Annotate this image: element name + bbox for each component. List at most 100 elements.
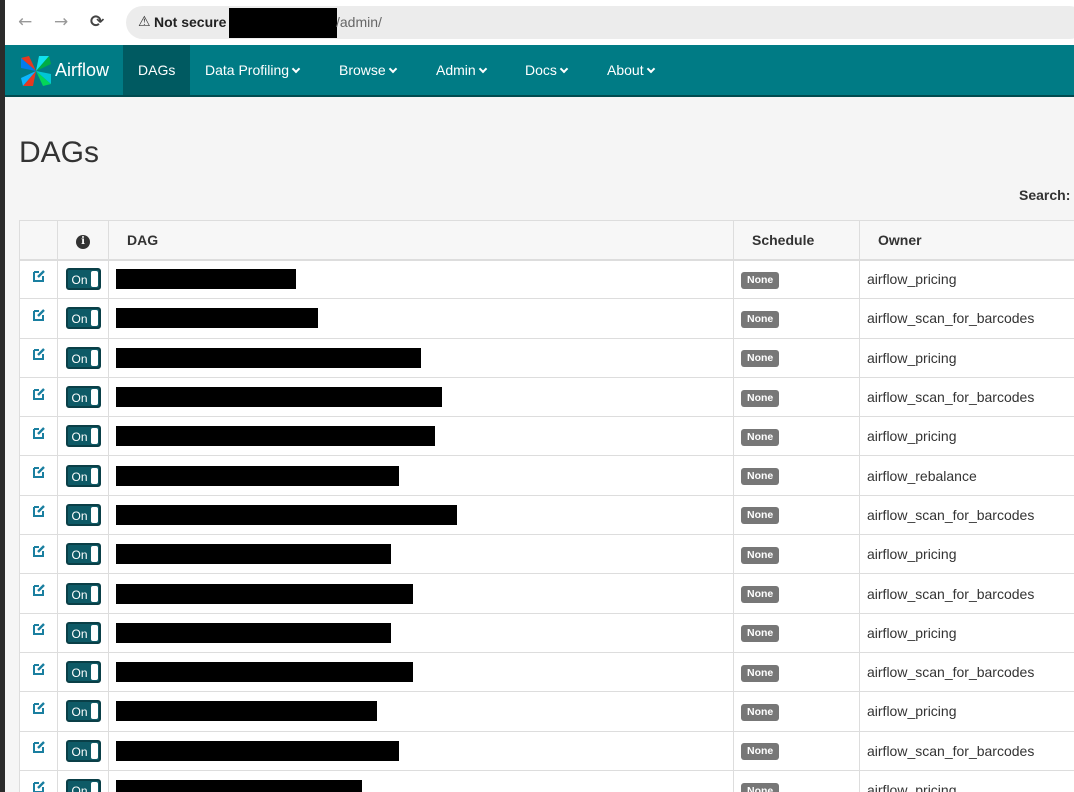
dag-on-off-toggle[interactable]: On: [65, 268, 101, 291]
warning-icon[interactable]: ⚠: [138, 14, 151, 30]
not-secure-label[interactable]: Not secure: [154, 14, 226, 30]
edit-icon[interactable]: [32, 387, 46, 401]
owner-cell: airflow_pricing: [859, 691, 1074, 732]
dag-on-off-toggle[interactable]: On: [65, 661, 101, 684]
nav-about-label: About: [607, 62, 644, 78]
chevron-down-icon: [559, 64, 569, 74]
redacted-dag-name[interactable]: [116, 662, 413, 683]
header-owner[interactable]: Owner: [859, 220, 1074, 261]
schedule-badge: None: [741, 546, 780, 564]
table-row: On None airflow_pricing: [19, 337, 1074, 378]
dag-on-off-toggle[interactable]: On: [65, 621, 101, 644]
dag-name-cell: [108, 494, 734, 536]
dag-on-off-toggle[interactable]: On: [65, 464, 101, 487]
redacted-dag-name[interactable]: [116, 269, 296, 290]
table-row: On None airflow_rebalance: [19, 455, 1074, 496]
nav-dags[interactable]: DAGs: [123, 45, 191, 95]
edit-icon[interactable]: [32, 622, 46, 636]
schedule-badge: None: [741, 350, 780, 368]
edit-icon[interactable]: [32, 308, 46, 322]
schedule-cell: None: [733, 534, 860, 575]
edit-cell: [19, 573, 58, 614]
redacted-dag-name[interactable]: [116, 308, 318, 329]
forward-arrow-icon[interactable]: →: [54, 12, 68, 32]
redacted-dag-name[interactable]: [116, 504, 457, 525]
edit-icon[interactable]: [32, 269, 46, 283]
redacted-host: [229, 8, 337, 38]
redacted-dag-name[interactable]: [116, 347, 421, 368]
nav-admin[interactable]: Admin: [421, 45, 501, 95]
redacted-dag-name[interactable]: [116, 387, 442, 408]
edit-cell: [19, 258, 58, 300]
schedule-badge: None: [741, 703, 780, 721]
redacted-dag-name[interactable]: [116, 465, 399, 486]
redacted-dag-name[interactable]: [116, 426, 435, 447]
dag-on-off-toggle[interactable]: On: [65, 779, 101, 792]
nav-about[interactable]: About: [592, 45, 669, 95]
header-info: i: [57, 220, 109, 261]
nav-browse[interactable]: Browse: [324, 45, 411, 95]
nav-docs[interactable]: Docs: [510, 45, 582, 95]
redacted-dag-name[interactable]: [116, 583, 413, 604]
redacted-dag-name[interactable]: [116, 544, 391, 565]
reload-icon[interactable]: ⟳: [90, 12, 104, 32]
owner-cell: airflow_rebalance: [859, 455, 1074, 496]
edit-icon[interactable]: [32, 465, 46, 479]
edit-icon[interactable]: [32, 701, 46, 715]
dag-name-cell: [108, 651, 734, 693]
toggle-knob: [90, 664, 98, 681]
edit-icon[interactable]: [32, 504, 46, 518]
dag-on-off-toggle[interactable]: On: [65, 543, 101, 566]
toggle-cell: On: [57, 416, 109, 457]
schedule-cell: None: [733, 651, 860, 693]
redacted-dag-name[interactable]: [116, 780, 362, 792]
dag-on-off-toggle[interactable]: On: [65, 700, 101, 723]
owner-cell: airflow_pricing: [859, 337, 1074, 378]
toggle-cell: On: [57, 455, 109, 496]
header-schedule[interactable]: Schedule: [733, 220, 860, 261]
toggle-knob: [90, 428, 98, 445]
dag-on-off-toggle[interactable]: On: [65, 346, 101, 369]
nav-data-profiling[interactable]: Data Profiling: [190, 45, 314, 95]
table-row: On None airflow_scan_for_barcodes: [19, 298, 1074, 339]
edit-icon[interactable]: [32, 426, 46, 440]
header-dag[interactable]: DAG: [108, 220, 734, 261]
edit-icon[interactable]: [32, 740, 46, 754]
toggle-label: On: [71, 587, 88, 602]
dag-on-off-toggle[interactable]: On: [65, 425, 101, 448]
dag-on-off-toggle[interactable]: On: [65, 739, 101, 762]
redacted-dag-name[interactable]: [116, 701, 377, 722]
airflow-logo-icon: [21, 56, 51, 86]
dag-on-off-toggle[interactable]: On: [65, 582, 101, 605]
dag-name-cell: [108, 612, 734, 653]
owner-cell: airflow_scan_for_barcodes: [859, 376, 1074, 418]
redacted-dag-name[interactable]: [116, 740, 399, 761]
edit-icon[interactable]: [32, 544, 46, 558]
edit-icon[interactable]: [32, 583, 46, 597]
table-row: On None airflow_pricing: [19, 534, 1074, 575]
toggle-cell: On: [57, 298, 109, 339]
schedule-cell: None: [733, 376, 860, 418]
edit-cell: [19, 769, 58, 792]
redacted-dag-name[interactable]: [116, 622, 391, 643]
address-bar[interactable]: ⚠ Not secure /admin/: [126, 6, 1074, 39]
edit-icon[interactable]: [32, 347, 46, 361]
toggle-label: On: [71, 508, 88, 523]
table-header-row: i DAG Schedule Owner: [19, 220, 1074, 261]
dag-on-off-toggle[interactable]: On: [65, 386, 101, 409]
dag-name-cell: [108, 337, 734, 378]
dag-on-off-toggle[interactable]: On: [65, 307, 101, 330]
back-arrow-icon[interactable]: ←: [18, 12, 32, 32]
edit-icon[interactable]: [32, 780, 46, 792]
dag-on-off-toggle[interactable]: On: [65, 503, 101, 526]
edit-icon[interactable]: [32, 662, 46, 676]
owner-cell: airflow_pricing: [859, 258, 1074, 300]
owner-cell: airflow_scan_for_barcodes: [859, 651, 1074, 693]
toggle-label: On: [71, 273, 88, 288]
brand[interactable]: Airflow: [19, 54, 119, 88]
dag-name-cell: [108, 376, 734, 418]
dags-table: i DAG Schedule Owner On None airflow_prici…: [19, 220, 1074, 792]
toggle-cell: On: [57, 534, 109, 575]
url-path[interactable]: /admin/: [336, 14, 382, 30]
dag-name-cell: [108, 573, 734, 614]
